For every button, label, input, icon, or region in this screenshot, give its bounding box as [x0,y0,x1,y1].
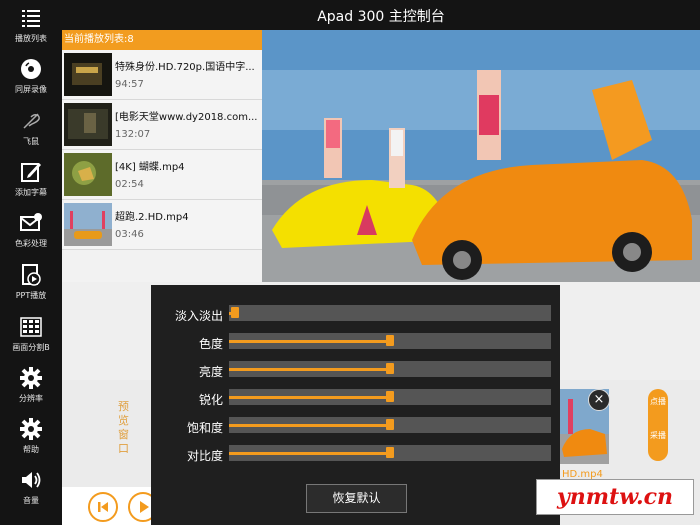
playlist-item-title: [4K] 蝴蝶.mp4 [115,162,185,173]
sidebar-item-volume[interactable]: 音量 [0,468,62,506]
sidebar-item-label: 播放列表 [15,34,47,43]
slider-row-contrast: 对比度 [151,441,560,469]
playlist-item-title: 超跑.2.HD.mp4 [115,212,189,223]
brightness-slider[interactable] [229,361,551,377]
playlist-item[interactable]: 超跑.2.HD.mp4 03:46 [62,200,262,250]
slider-label: 亮度 [198,365,223,379]
slider-row-saturation: 饱和度 [151,413,560,441]
saturation-slider[interactable] [229,417,551,433]
video-thumbnail [64,203,112,246]
reset-default-button[interactable]: 恢复默认 [306,484,407,513]
sidebar-item-label: 飞鼠 [23,137,39,146]
slider-row-fade: 淡入淡出 [151,301,560,329]
air-mouse-icon [23,113,40,129]
playlist-item[interactable]: [4K] 蝴蝶.mp4 02:54 [62,150,262,200]
gear-icon [20,367,42,389]
skip-back-icon [98,502,108,512]
slider-row-sharpen: 锐化 [151,385,560,413]
ppt-icon [22,264,41,286]
list-icon [22,10,40,27]
slider-fill [229,340,390,343]
sidebar-item-label: 添加字幕 [15,188,47,197]
sidebar-item-help[interactable]: 帮助 [0,417,62,455]
watermark: ynmtw.cn [536,479,694,515]
slider-label: 锐化 [198,393,223,407]
video-preview [262,30,700,285]
slider-label: 淡入淡出 [174,309,223,323]
previous-button[interactable] [88,492,118,522]
mode-toggle[interactable]: 点播 采播 [648,389,668,461]
slider-fill [229,368,390,371]
speaker-icon [22,472,41,488]
sidebar-item-label: 分辨率 [19,394,43,403]
color-adjust-panel: 淡入淡出 色度 亮度 锐化 饱和度 对比度 恢复默认 [151,285,560,525]
disc-icon [21,59,41,79]
gear-help-icon [20,418,42,440]
playlist-item-duration: 132:07 [115,129,151,140]
slider-thumb[interactable] [386,363,394,374]
slider-fill [229,396,390,399]
title-bar: Apad 300 主控制台 [62,0,700,30]
preview-window-label: 预览窗口 [118,400,129,455]
sidebar-item-label: PPT播放 [15,291,47,300]
sidebar-item-air-mouse[interactable]: 飞鼠 [0,109,62,147]
mode-capture[interactable]: 采播 [648,431,668,441]
playlist-item-title: 特殊身份.HD.720p.国语中字... [115,62,255,73]
sidebar-item-label: 帮助 [23,445,39,454]
sidebar-item-label: 色彩处理 [15,239,47,248]
close-button[interactable]: × [588,389,610,411]
mode-vod[interactable]: 点播 [648,397,668,407]
slider-label: 饱和度 [186,421,223,435]
playlist-item[interactable]: 特殊身份.HD.720p.国语中字... 94:57 [62,50,262,100]
sidebar-item-subtitle[interactable]: 添加字幕 [0,160,62,198]
close-icon: × [593,392,605,407]
grid-icon [20,317,42,337]
sidebar-item-playlist[interactable]: 播放列表 [0,6,62,44]
slider-thumb[interactable] [231,307,240,318]
playlist-item-duration: 03:46 [115,229,144,240]
sidebar-item-label: 音量 [23,496,39,505]
app-title: Apad 300 主控制台 [317,9,445,25]
playlist-item-duration: 02:54 [115,179,144,190]
slider-fill [229,424,390,427]
sidebar-item-record[interactable]: 同屏录像 [0,57,62,95]
slider-row-hue: 色度 [151,329,560,357]
sidebar-item-split[interactable]: 画面分割B [0,315,62,353]
hue-slider[interactable] [229,333,551,349]
slider-thumb[interactable] [386,391,394,402]
slider-thumb[interactable] [386,335,394,346]
sidebar-item-resolution[interactable]: 分辨率 [0,366,62,404]
video-thumbnail [64,153,112,196]
sidebar: 播放列表 同屏录像 飞鼠 添加字幕 色彩处理 PPT播放 画面分割B 分辨率 帮… [0,0,62,525]
edit-icon [21,163,41,182]
slider-label: 对比度 [186,449,223,463]
sidebar-item-label: 画面分割B [12,343,50,352]
video-thumbnail [64,53,112,96]
slider-label: 色度 [198,337,223,351]
playlist-item-duration: 94:57 [115,79,144,90]
sidebar-item-color[interactable]: 色彩处理 [0,211,62,249]
sharpen-slider[interactable] [229,389,551,405]
contrast-slider[interactable] [229,445,551,461]
sidebar-item-ppt[interactable]: PPT播放 [0,263,62,301]
playlist-item-title: [电影天堂www.dy2018.com... [115,112,258,123]
playlist-panel: 当前播放列表:8 特殊身份.HD.720p.国语中字... 94:57 [电影天… [62,30,262,296]
playlist-item[interactable]: [电影天堂www.dy2018.com... 132:07 [62,100,262,150]
sidebar-item-label: 同屏录像 [15,85,47,94]
fade-slider[interactable] [229,305,551,321]
video-thumbnail [64,103,112,146]
slider-row-brightness: 亮度 [151,357,560,385]
mail-color-icon [20,213,42,231]
slider-thumb[interactable] [386,419,394,430]
slider-thumb[interactable] [386,447,394,458]
slider-fill [229,452,390,455]
playlist-header: 当前播放列表:8 [62,30,262,50]
